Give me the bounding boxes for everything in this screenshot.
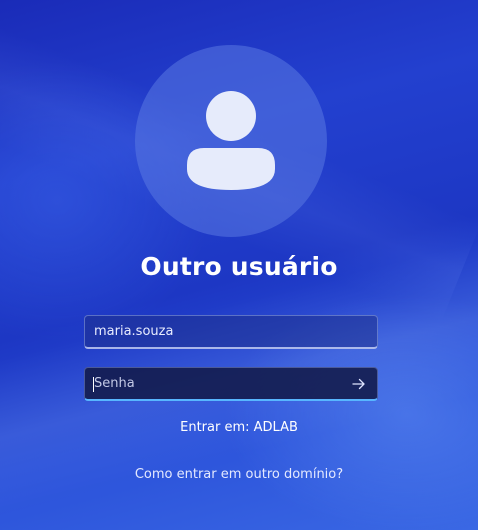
- user-avatar: [135, 45, 327, 237]
- username-value: maria.souza: [94, 324, 174, 339]
- login-screen: { "login": { "title": "Outro usuário", "…: [0, 0, 478, 530]
- sign-in-domain-label: Entrar em: ADLAB: [180, 420, 298, 435]
- arrow-right-icon[interactable]: [349, 374, 369, 394]
- username-field[interactable]: maria.souza: [84, 315, 378, 349]
- password-placeholder: Senha: [94, 376, 135, 391]
- user-icon: [187, 91, 275, 190]
- other-domain-link[interactable]: Como entrar em outro domínio?: [0, 467, 478, 482]
- page-title: Outro usuário: [140, 252, 338, 281]
- password-field[interactable]: Senha: [84, 367, 378, 401]
